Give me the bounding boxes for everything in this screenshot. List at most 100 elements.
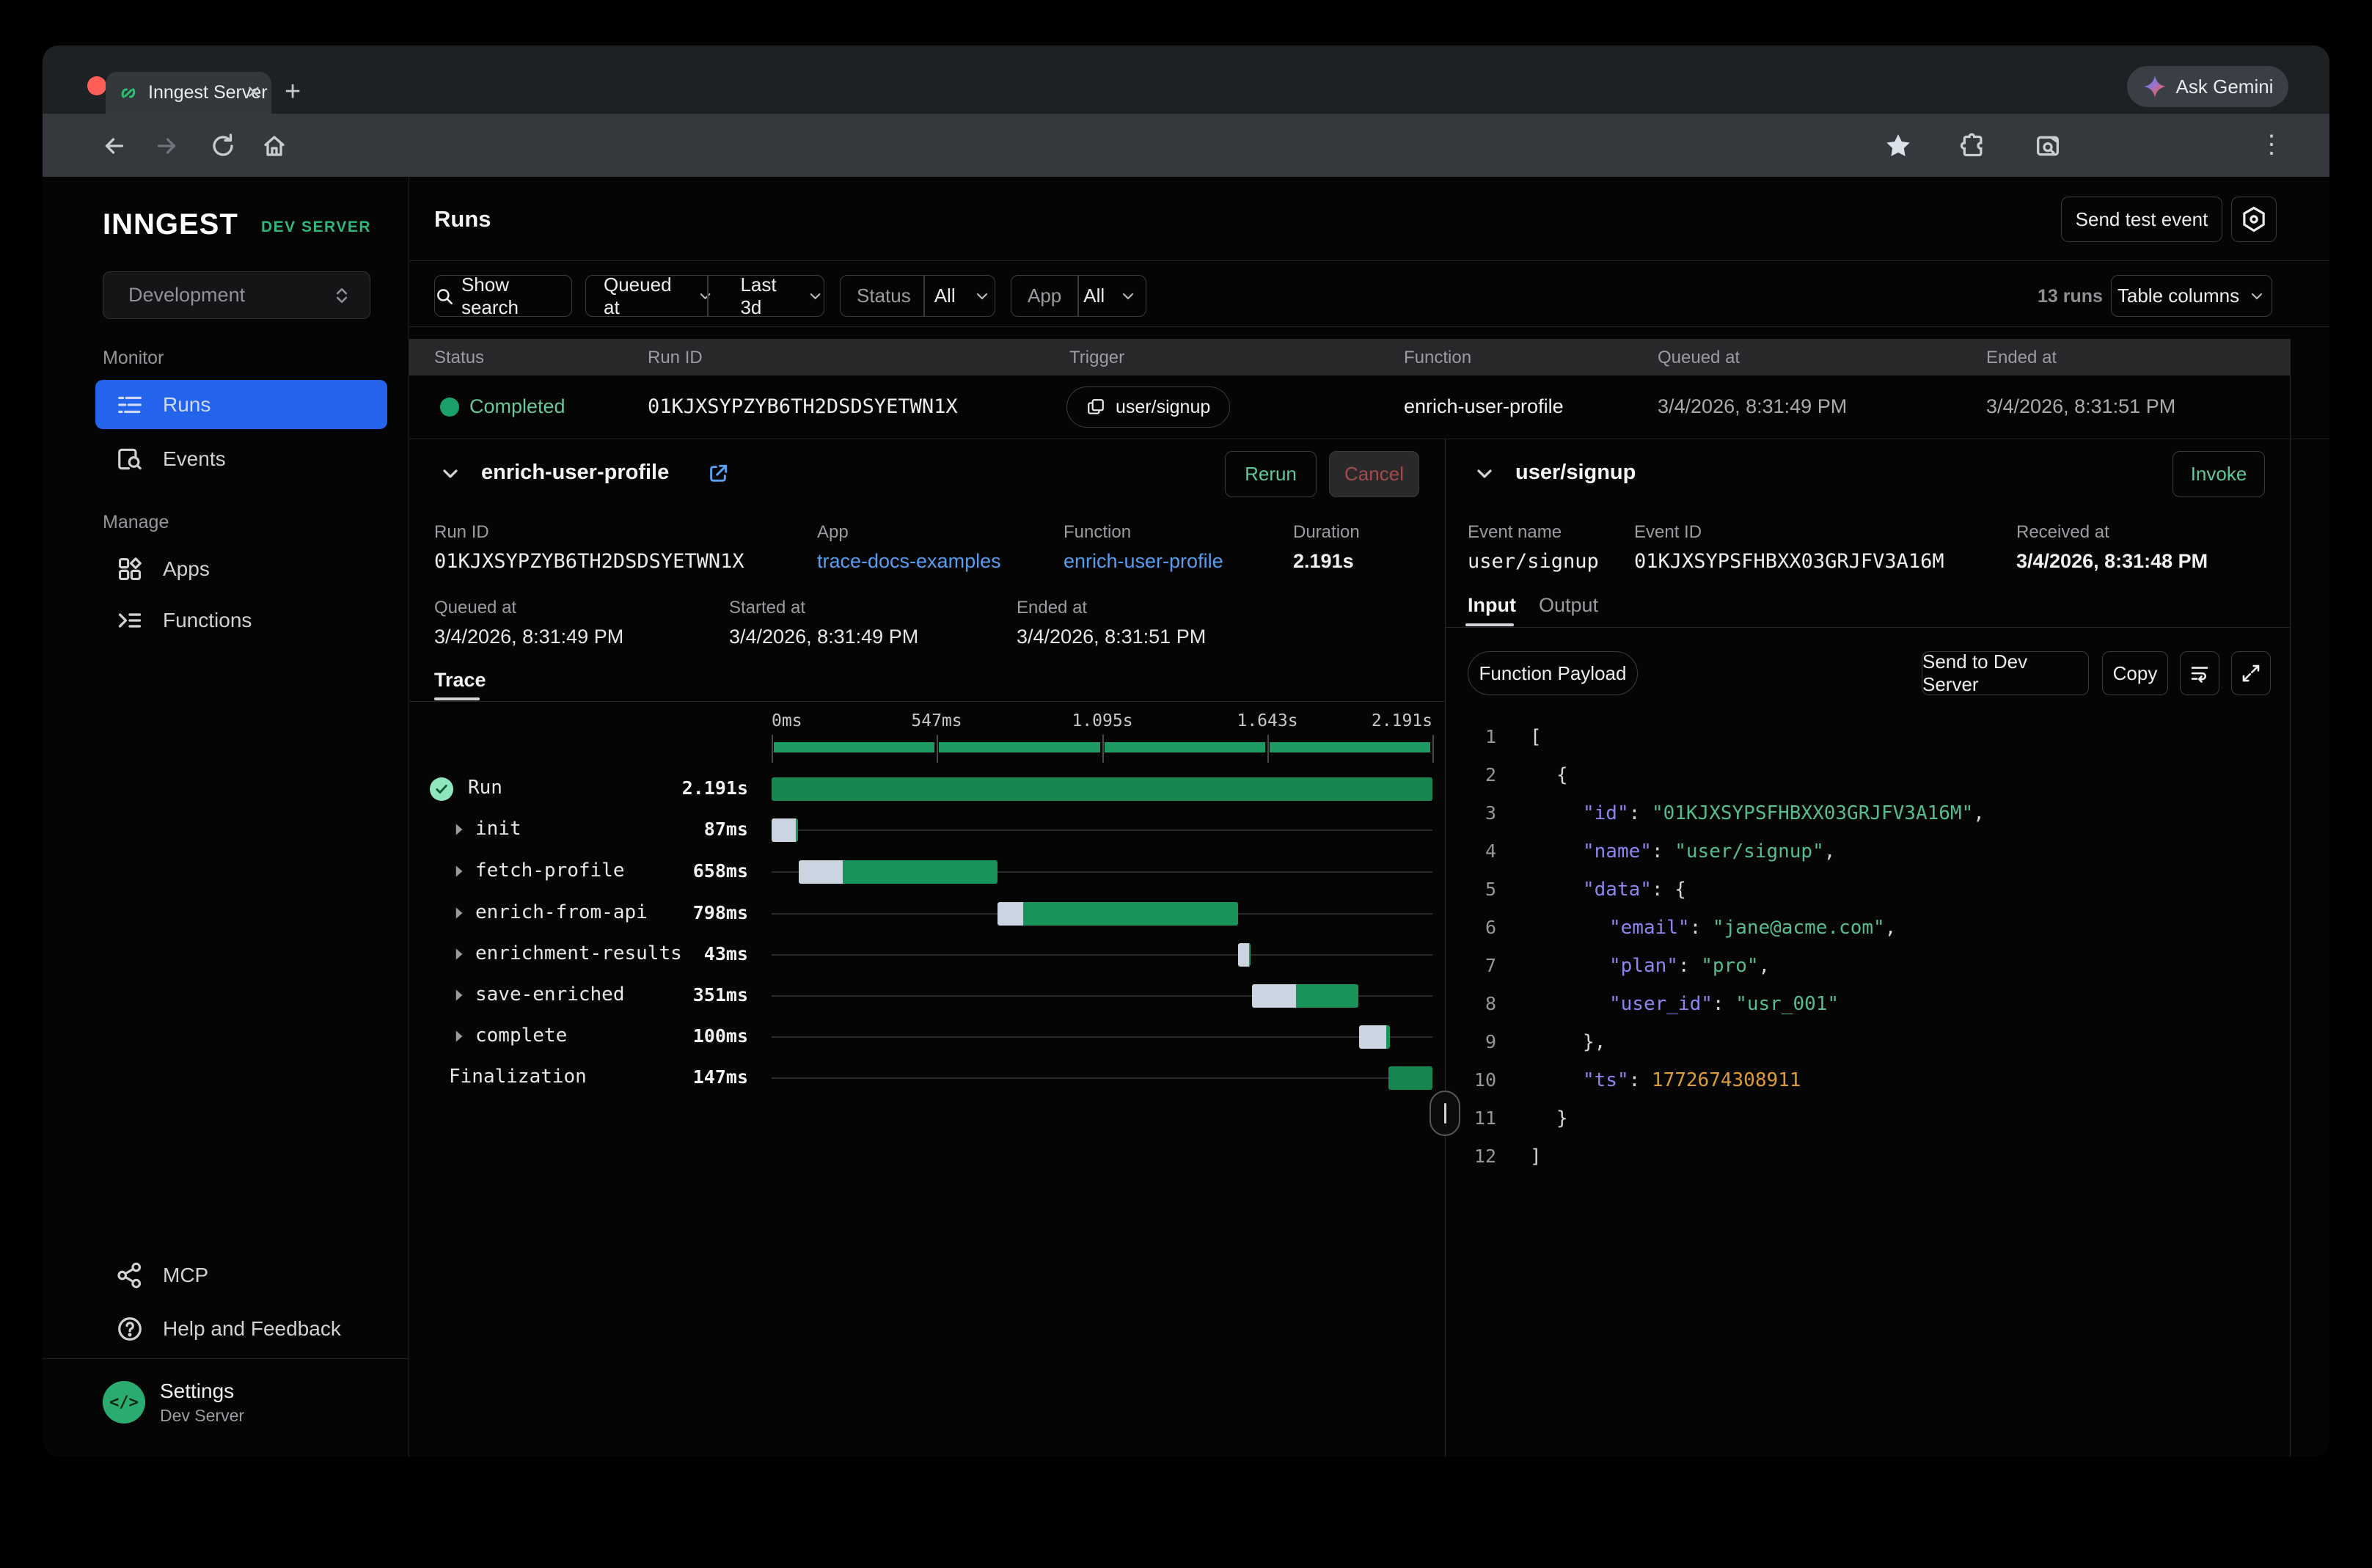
filter-divider <box>707 276 709 316</box>
send-test-event-button[interactable]: Send test event <box>2061 197 2222 242</box>
line-content: { <box>1556 764 1568 786</box>
app-link[interactable]: trace-docs-examples <box>817 550 1001 573</box>
settings-subtitle: Dev Server <box>160 1406 244 1426</box>
token-key: "id" <box>1583 802 1629 824</box>
tab-output[interactable]: Output <box>1539 594 1598 617</box>
queued-at-cell: 3/4/2026, 8:31:49 PM <box>1658 395 1847 418</box>
chevron-up-down-icon <box>332 285 352 306</box>
reload-button[interactable] <box>210 133 236 159</box>
forward-button[interactable] <box>153 133 180 159</box>
expand-icon <box>2240 662 2262 684</box>
chevron-down-icon <box>973 287 991 305</box>
token-punct: } <box>1556 1107 1568 1129</box>
filter-divider <box>923 276 925 316</box>
invoke-button[interactable]: Invoke <box>2172 451 2265 497</box>
sidebar-footer-divider <box>43 1358 409 1359</box>
event-name-label: Event name <box>1468 522 1562 543</box>
home-button[interactable] <box>261 133 288 159</box>
column-header-queued[interactable]: Queued at <box>1658 348 1740 368</box>
started-at-value: 3/4/2026, 8:31:49 PM <box>729 626 918 648</box>
new-tab-button[interactable]: + <box>285 76 301 108</box>
payload-line: 1[ <box>43 726 2290 764</box>
close-tab-icon[interactable]: ✕ <box>246 82 261 103</box>
functions-icon <box>116 607 144 634</box>
column-header-ended[interactable]: Ended at <box>1986 348 2057 368</box>
payload-line: 9}, <box>43 1031 2290 1069</box>
token-key: "data" <box>1583 879 1652 901</box>
sidebar-item-runs[interactable]: Runs <box>95 380 387 429</box>
close-window-button[interactable] <box>87 76 106 95</box>
word-wrap-button[interactable] <box>2180 651 2219 695</box>
token-punct: , <box>1973 802 1985 824</box>
collapse-run-chevron-icon[interactable] <box>439 462 462 486</box>
screen: Inngest Server ✕ + Ask Gemini <box>0 0 2372 1568</box>
show-search-button[interactable]: Show search <box>434 275 572 317</box>
tab-input[interactable]: Input <box>1468 594 1516 617</box>
cancel-button[interactable]: Cancel <box>1329 451 1419 497</box>
received-at-label: Received at <box>2016 522 2109 543</box>
line-number: 11 <box>1421 1107 1496 1129</box>
settings-title: Settings <box>160 1380 244 1403</box>
token-punct: , <box>1824 840 1836 862</box>
column-header-function[interactable]: Function <box>1404 348 1471 368</box>
payload-line: 8"user_id": "usr_001" <box>43 993 2290 1031</box>
status-text: Completed <box>469 395 565 418</box>
token-punct: , <box>1759 955 1771 977</box>
sidebar-item-events[interactable]: Events <box>95 434 387 483</box>
sidebar-item-apps[interactable]: Apps <box>95 544 387 593</box>
token-str: "pro" <box>1701 955 1758 977</box>
queued-at-filter[interactable]: Queued at Last 3d <box>585 275 824 317</box>
table-columns-button[interactable]: Table columns <box>2111 275 2272 317</box>
copy-button[interactable]: Copy <box>2102 651 2168 695</box>
line-number: 7 <box>1421 955 1496 976</box>
token-punct: ] <box>1530 1146 1542 1168</box>
event-panel-title: user/signup <box>1515 461 1636 485</box>
line-number: 4 <box>1421 840 1496 862</box>
sidebar-item-label: Apps <box>163 557 210 581</box>
payload-line: 10"ts": 1772674308911 <box>43 1069 2290 1107</box>
event-name-value: user/signup <box>1468 550 1599 573</box>
trigger-pill[interactable]: user/signup <box>1066 386 1230 428</box>
column-header-run-id[interactable]: Run ID <box>648 348 703 368</box>
collapse-event-chevron-icon[interactable] <box>1473 462 1496 486</box>
expand-payload-button[interactable] <box>2231 651 2271 695</box>
back-button[interactable] <box>101 133 128 159</box>
column-header-status[interactable]: Status <box>434 348 484 368</box>
settings-item[interactable]: </> Settings Dev Server <box>103 1379 396 1426</box>
token-str: "01KJXSYPSFHBXX03GRJFV3A16M" <box>1652 802 1973 824</box>
browser-toolbar: i localhost:8288/runs Work ⋮ <box>43 114 2329 177</box>
monitor-section-label: Monitor <box>103 348 164 369</box>
browser-tab[interactable]: Inngest Server ✕ <box>106 72 271 114</box>
sidebar-item-help[interactable]: Help and Feedback <box>95 1304 387 1353</box>
ask-gemini-button[interactable]: Ask Gemini <box>2127 66 2288 107</box>
column-header-trigger[interactable]: Trigger <box>1069 348 1124 368</box>
search-tabs-icon[interactable] <box>2033 131 2062 161</box>
environment-select[interactable]: Development <box>103 271 370 319</box>
sidebar-item-functions[interactable]: Functions <box>95 596 387 645</box>
browser-menu-icon[interactable]: ⋮ <box>2259 130 2284 159</box>
line-number: 1 <box>1421 726 1496 747</box>
app-filter[interactable]: App All <box>1011 275 1146 317</box>
environment-value: Development <box>128 284 245 307</box>
token-key: "email" <box>1609 917 1690 939</box>
send-to-dev-server-button[interactable]: Send to Dev Server <box>1922 651 2089 695</box>
sidebar-item-mcp[interactable]: MCP <box>95 1250 387 1300</box>
function-payload-pill[interactable]: Function Payload <box>1468 651 1638 695</box>
payload-line: 3"id": "01KJXSYPSFHBXX03GRJFV3A16M", <box>43 802 2290 840</box>
status-filter[interactable]: Status All <box>840 275 995 317</box>
rerun-button[interactable]: Rerun <box>1225 451 1317 497</box>
app-label: App <box>817 522 849 543</box>
extensions-icon[interactable] <box>1958 131 1988 161</box>
trace-tab[interactable]: Trace <box>434 669 486 692</box>
dev-server-gear-button[interactable] <box>2231 197 2277 242</box>
line-number: 9 <box>1421 1031 1496 1052</box>
help-icon <box>116 1315 144 1343</box>
external-link-icon[interactable] <box>706 462 730 486</box>
function-link[interactable]: enrich-user-profile <box>1064 550 1223 573</box>
chevron-down-icon <box>1119 287 1137 305</box>
bookmark-star-icon[interactable] <box>1884 131 1913 161</box>
table-row[interactable]: Completed 01KJXSYPZYB6TH2DSDSYETWN1X use… <box>409 375 2290 439</box>
token-str: "usr_001" <box>1735 993 1839 1015</box>
chevron-down-icon <box>807 287 824 305</box>
run-id-value: 01KJXSYPZYB6TH2DSDSYETWN1X <box>434 550 744 573</box>
